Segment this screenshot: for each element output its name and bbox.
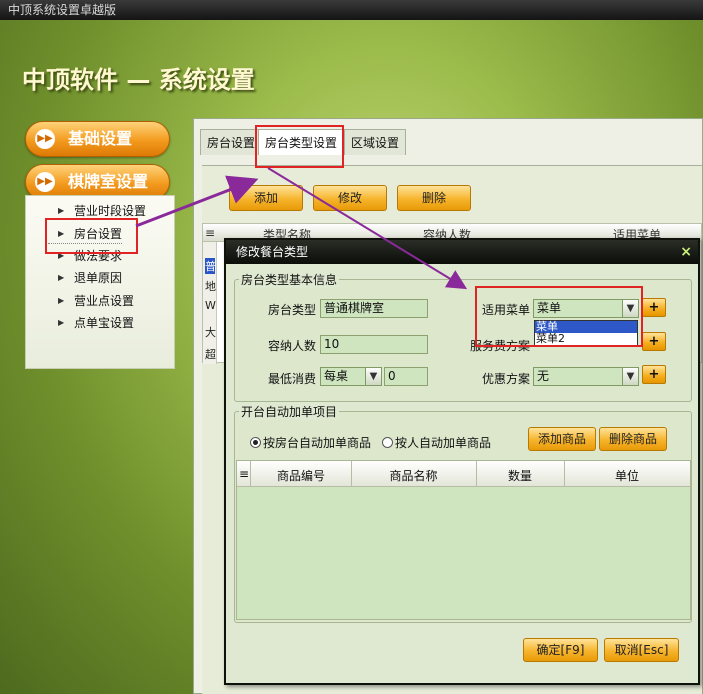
radio-by-room[interactable]: 按房台自动加单商品 [250,434,371,451]
radio-unselected-icon [382,437,393,448]
add-discount-button[interactable]: + [642,365,666,384]
highlight-box-room-settings [45,218,138,254]
capacity-label: 容纳人数 [267,339,316,353]
triangle-right-icon: ▶ [58,296,65,305]
dialog-title-bar: 修改餐台类型 × [226,240,698,264]
basic-info-legend: 房台类型基本信息 [239,271,340,288]
dialog-title: 修改餐台类型 [236,245,309,259]
nav-item-order-treasure[interactable]: ▶ 点单宝设置 [48,313,134,333]
grid-header: ≡ 商品编号 商品名称 数量 单位 [237,461,690,487]
table-row[interactable]: 普 [205,258,216,274]
triangle-right-icon: ▶ [58,318,65,327]
triangle-right-icon: ▶ [58,273,65,282]
fast-forward-icon: ▶▶ [35,129,55,149]
list-icon: ≡ [239,467,250,481]
min-spend-mode-value: 每桌 [324,369,349,383]
tab-area-settings[interactable]: 区域设置 [344,129,407,155]
ok-button[interactable]: 确定[F9] [523,638,598,662]
highlight-box-menu [475,286,643,347]
capacity-input[interactable]: 10 [320,335,428,354]
column-header: 商品编号 [276,469,325,483]
tab-room-settings[interactable]: 房台设置 [200,129,263,155]
nav-basic-label: 基础设置 [68,129,133,148]
auto-order-legend: 开台自动加单项目 [239,403,340,420]
radio-by-person[interactable]: 按人自动加单商品 [382,434,491,451]
delete-button[interactable]: 删除 [397,185,471,211]
fast-forward-icon: ▶▶ [35,172,55,192]
min-spend-label: 最低消费 [267,372,316,386]
discount-select[interactable]: 无 ▼ [533,367,639,386]
highlight-box-room-type-tab [255,125,344,168]
room-type-input[interactable]: 普通棋牌室 [320,299,428,318]
add-product-button[interactable]: 添加商品 [528,427,596,451]
add-service-fee-button[interactable]: + [642,332,666,351]
table-row[interactable]: 超 [205,346,216,362]
edit-button[interactable]: 修改 [313,185,387,211]
min-spend-mode-select[interactable]: 每桌 ▼ [320,367,382,386]
table-row[interactable]: 大 [205,324,216,340]
chevron-down-icon[interactable]: ▼ [622,368,638,385]
delete-product-button[interactable]: 删除商品 [599,427,667,451]
column-header: 单位 [614,469,639,483]
add-menu-button[interactable]: + [642,298,666,317]
column-header: 数量 [507,469,532,483]
table-row[interactable]: 地 [205,278,216,294]
cancel-button[interactable]: 取消[Esc] [604,638,679,662]
nav-basic-settings[interactable]: ▶▶ 基础设置 [25,121,170,157]
table-row[interactable]: W [205,299,216,312]
discount-select-value: 无 [537,369,550,383]
radio-selected-icon [250,437,261,448]
min-spend-input[interactable]: 0 [384,367,428,386]
nav-chess-label: 棋牌室设置 [68,172,149,191]
window-title: 中顶系统设置卓越版 [8,3,117,17]
banner-title: 中顶软件 — 系统设置 [22,66,255,94]
nav-item-business-point[interactable]: ▶ 营业点设置 [48,291,134,311]
column-header: 商品名称 [389,469,438,483]
auto-order-grid: ≡ 商品编号 商品名称 数量 单位 [236,460,691,620]
close-icon[interactable]: × [680,240,692,264]
add-button[interactable]: 添加 [229,185,303,211]
room-type-label: 房台类型 [267,303,316,317]
nav-item-return-reasons[interactable]: ▶ 退单原因 [48,268,122,288]
window-title-bar: 中顶系统设置卓越版 [0,0,703,20]
row-indicator-column: 普 地 W 大 超 [203,242,217,364]
list-icon: ≡ [205,226,216,240]
discount-label: 优惠方案 [481,372,530,386]
chevron-down-icon[interactable]: ▼ [365,368,381,385]
